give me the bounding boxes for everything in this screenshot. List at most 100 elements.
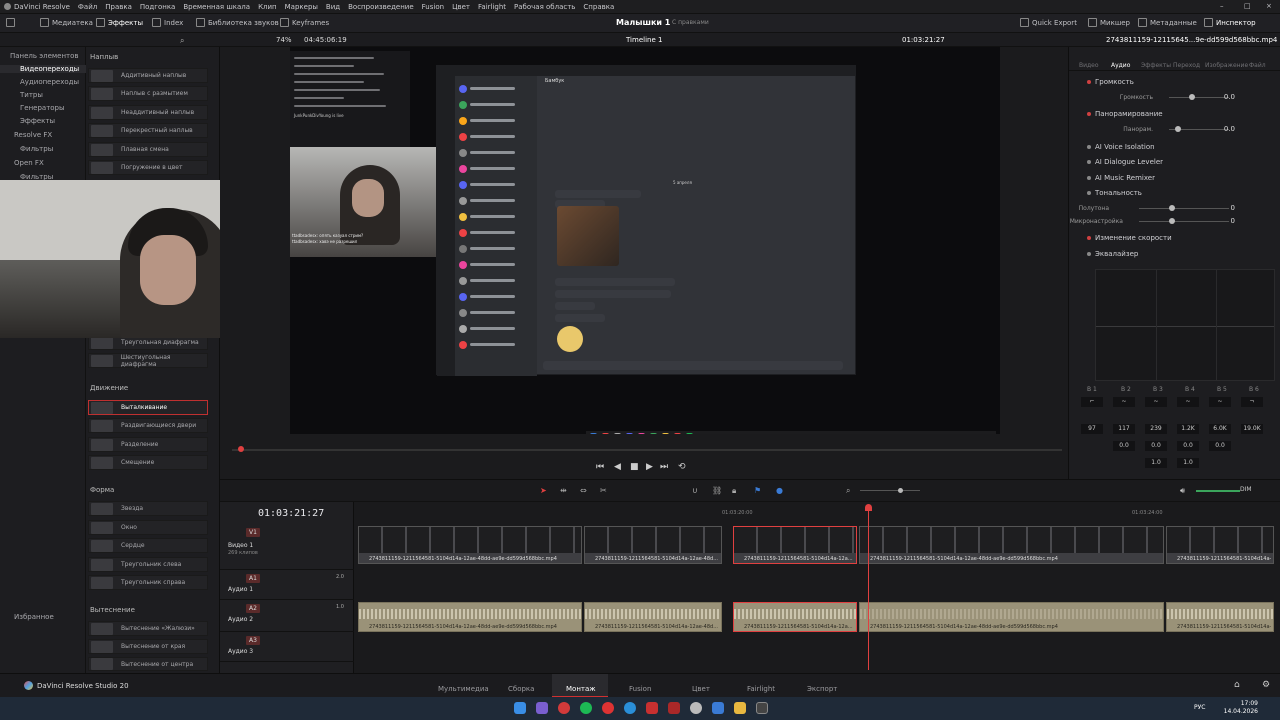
skip-start-icon[interactable]: ⏮ xyxy=(596,462,604,472)
video-clip[interactable]: 2743811159-12115645​81-5104d14a-12ae-48d… xyxy=(358,526,582,564)
fx-item[interactable]: Плавная смена xyxy=(88,142,208,157)
speaker-icon[interactable]: 🔊︎ xyxy=(1180,486,1185,496)
page-cut[interactable]: Сборка xyxy=(508,685,534,693)
stop-icon[interactable]: ■ xyxy=(630,462,639,472)
link-icon[interactable]: ⛓ xyxy=(712,486,722,495)
video-clip[interactable]: 2743811159-1211564581-5104d14a-12ae-48d.… xyxy=(584,526,722,564)
semitones-value[interactable]: 0 xyxy=(1211,204,1235,212)
menu-trim[interactable]: Подгонка xyxy=(140,3,175,11)
menu-app[interactable]: DaVinci Resolve xyxy=(14,3,70,11)
tab-file[interactable]: Файл xyxy=(1249,62,1266,69)
timeline-name[interactable]: Timeline 1 xyxy=(626,36,662,44)
select-tool-icon[interactable]: ➤ xyxy=(540,486,547,495)
tab-image[interactable]: Изображение xyxy=(1205,62,1248,69)
menu-fairlight[interactable]: Fairlight xyxy=(478,3,506,11)
home-icon[interactable]: ⌂ xyxy=(1234,680,1240,690)
skip-end-icon[interactable]: ⏭ xyxy=(660,462,668,472)
fx-item[interactable]: Шестиугольная диафрагма xyxy=(88,353,208,368)
eq-graph[interactable] xyxy=(1095,269,1275,381)
fx-item[interactable]: Вытеснение от края xyxy=(88,639,208,654)
effects-button[interactable]: Эффекты xyxy=(96,18,143,27)
page-color[interactable]: Цвет xyxy=(692,685,710,693)
enable-dot-icon[interactable] xyxy=(1087,176,1091,180)
fx-item[interactable]: Звезда xyxy=(88,501,208,516)
fx-item[interactable]: Наплыв с размытием xyxy=(88,86,208,101)
mixer-button[interactable]: Микшер xyxy=(1088,18,1130,27)
tree-item-resolve-fx[interactable]: Resolve FX xyxy=(14,131,52,139)
close-icon[interactable]: × xyxy=(1266,2,1272,10)
pan-section[interactable]: Панорамирование xyxy=(1069,107,1280,121)
layout-icon[interactable] xyxy=(6,18,15,27)
tree-item-favorites[interactable]: Избранное xyxy=(14,613,54,621)
page-media[interactable]: Мультимедиа xyxy=(438,685,489,693)
index-button[interactable]: Index xyxy=(152,18,183,27)
zoom-icon[interactable]: ⌕ xyxy=(846,486,850,496)
enable-dot-icon[interactable] xyxy=(1087,236,1091,240)
tree-item-audio-transitions[interactable]: Аудиопереходы xyxy=(20,78,79,86)
menu-workspace[interactable]: Рабочая область xyxy=(514,3,575,11)
fx-item[interactable]: Сердце xyxy=(88,538,208,553)
tree-item-filters[interactable]: Фильтры xyxy=(20,145,53,153)
audio-clip[interactable]: 2743811159-1211564581-5104d14a-12ae-48dd… xyxy=(1166,602,1274,632)
audio-clip[interactable]: 2743811159-1211564581-5104d14a-12ae-48d.… xyxy=(584,602,722,632)
app-icon[interactable] xyxy=(668,702,680,714)
volume-value[interactable]: 0.0 xyxy=(1211,93,1235,101)
menu-fusion[interactable]: Fusion xyxy=(422,3,444,11)
flag-icon[interactable]: ⚑ xyxy=(754,486,761,495)
eq-gain[interactable]: 0.0 xyxy=(1177,441,1199,451)
cents-value[interactable]: 0 xyxy=(1211,217,1235,225)
marker-icon[interactable]: ● xyxy=(776,486,783,495)
ai-music-section[interactable]: AI Music Remixer xyxy=(1069,171,1280,185)
track-header-a1[interactable]: A1 2.0 Аудио 1 xyxy=(220,570,354,600)
eq-type-5[interactable]: ~ xyxy=(1209,397,1231,407)
inspector-button[interactable]: Инспектор xyxy=(1204,18,1256,27)
eq-gain[interactable]: 0.0 xyxy=(1145,441,1167,451)
speed-section[interactable]: Изменение скорости xyxy=(1069,231,1280,245)
track-header-a2[interactable]: A2 1.0 Аудио 2 xyxy=(220,600,354,632)
audio-clip[interactable]: 2743811159-1211564581-5104d14a-12ae-48dd… xyxy=(859,602,1164,632)
slider-knob[interactable] xyxy=(1175,126,1181,132)
dim-button[interactable]: DIM xyxy=(1240,486,1252,493)
playhead[interactable] xyxy=(868,506,869,670)
search-icon[interactable]: ⌕ xyxy=(180,36,184,46)
enable-dot-icon[interactable] xyxy=(1087,145,1091,149)
eq-freq[interactable]: 19.0K xyxy=(1241,424,1263,434)
fx-item[interactable]: Раздвигающиеся двери xyxy=(88,418,208,433)
page-fairlight[interactable]: Fairlight xyxy=(747,685,775,693)
enable-dot-icon[interactable] xyxy=(1087,191,1091,195)
eq-gain[interactable]: 0.0 xyxy=(1209,441,1231,451)
eq-type-3[interactable]: ~ xyxy=(1145,397,1167,407)
fx-item-selected[interactable]: Выталкивание xyxy=(88,400,208,415)
video-clip[interactable]: 2743811159-12115645​81-5104d14a-12ae-48d… xyxy=(1166,526,1274,564)
tree-item-generators[interactable]: Генераторы xyxy=(20,104,65,112)
tab-video[interactable]: Видео xyxy=(1079,62,1099,69)
eq-freq[interactable]: 239 xyxy=(1145,424,1167,434)
fx-item[interactable]: Аддитивный наплыв xyxy=(88,68,208,83)
lock-icon[interactable]: 🔒︎ xyxy=(732,486,736,496)
page-deliver[interactable]: Экспорт xyxy=(807,685,837,693)
sound-library-button[interactable]: Библиотека звуков xyxy=(196,18,279,27)
zoom-level[interactable]: 74% xyxy=(276,36,292,44)
dynamic-trim-icon[interactable]: ⇔ xyxy=(580,486,587,495)
fx-item[interactable]: Смещение xyxy=(88,455,208,470)
fx-item[interactable]: Вытеснение «Жалюзи» xyxy=(88,621,208,636)
eq-type-1[interactable]: ⌐ xyxy=(1081,397,1103,407)
slider-knob[interactable] xyxy=(1169,205,1175,211)
eq-freq[interactable]: 97 xyxy=(1081,424,1103,434)
quick-export-button[interactable]: Quick Export xyxy=(1020,18,1077,27)
menu-timeline[interactable]: Временная шкала xyxy=(183,3,250,11)
menu-markers[interactable]: Маркеры xyxy=(285,3,318,11)
slider-knob[interactable] xyxy=(1189,94,1195,100)
menu-help[interactable]: Справка xyxy=(583,3,614,11)
fx-item[interactable]: Перекрестный наплыв xyxy=(88,123,208,138)
track-header-a3[interactable]: A3 Аудио 3 xyxy=(220,632,354,662)
blade-tool-icon[interactable]: ✂ xyxy=(600,486,607,495)
trim-tool-icon[interactable]: ⇹ xyxy=(560,486,567,495)
windows-start-icon[interactable] xyxy=(514,702,526,714)
eq-q[interactable]: 1.0 xyxy=(1177,458,1199,468)
eq-q[interactable]: 1.0 xyxy=(1145,458,1167,468)
ai-voice-section[interactable]: AI Voice Isolation xyxy=(1069,140,1280,154)
maximize-icon[interactable]: □ xyxy=(1244,2,1251,10)
tree-item-effects[interactable]: Эффекты xyxy=(20,117,55,125)
master-volume-slider[interactable] xyxy=(1196,490,1240,492)
